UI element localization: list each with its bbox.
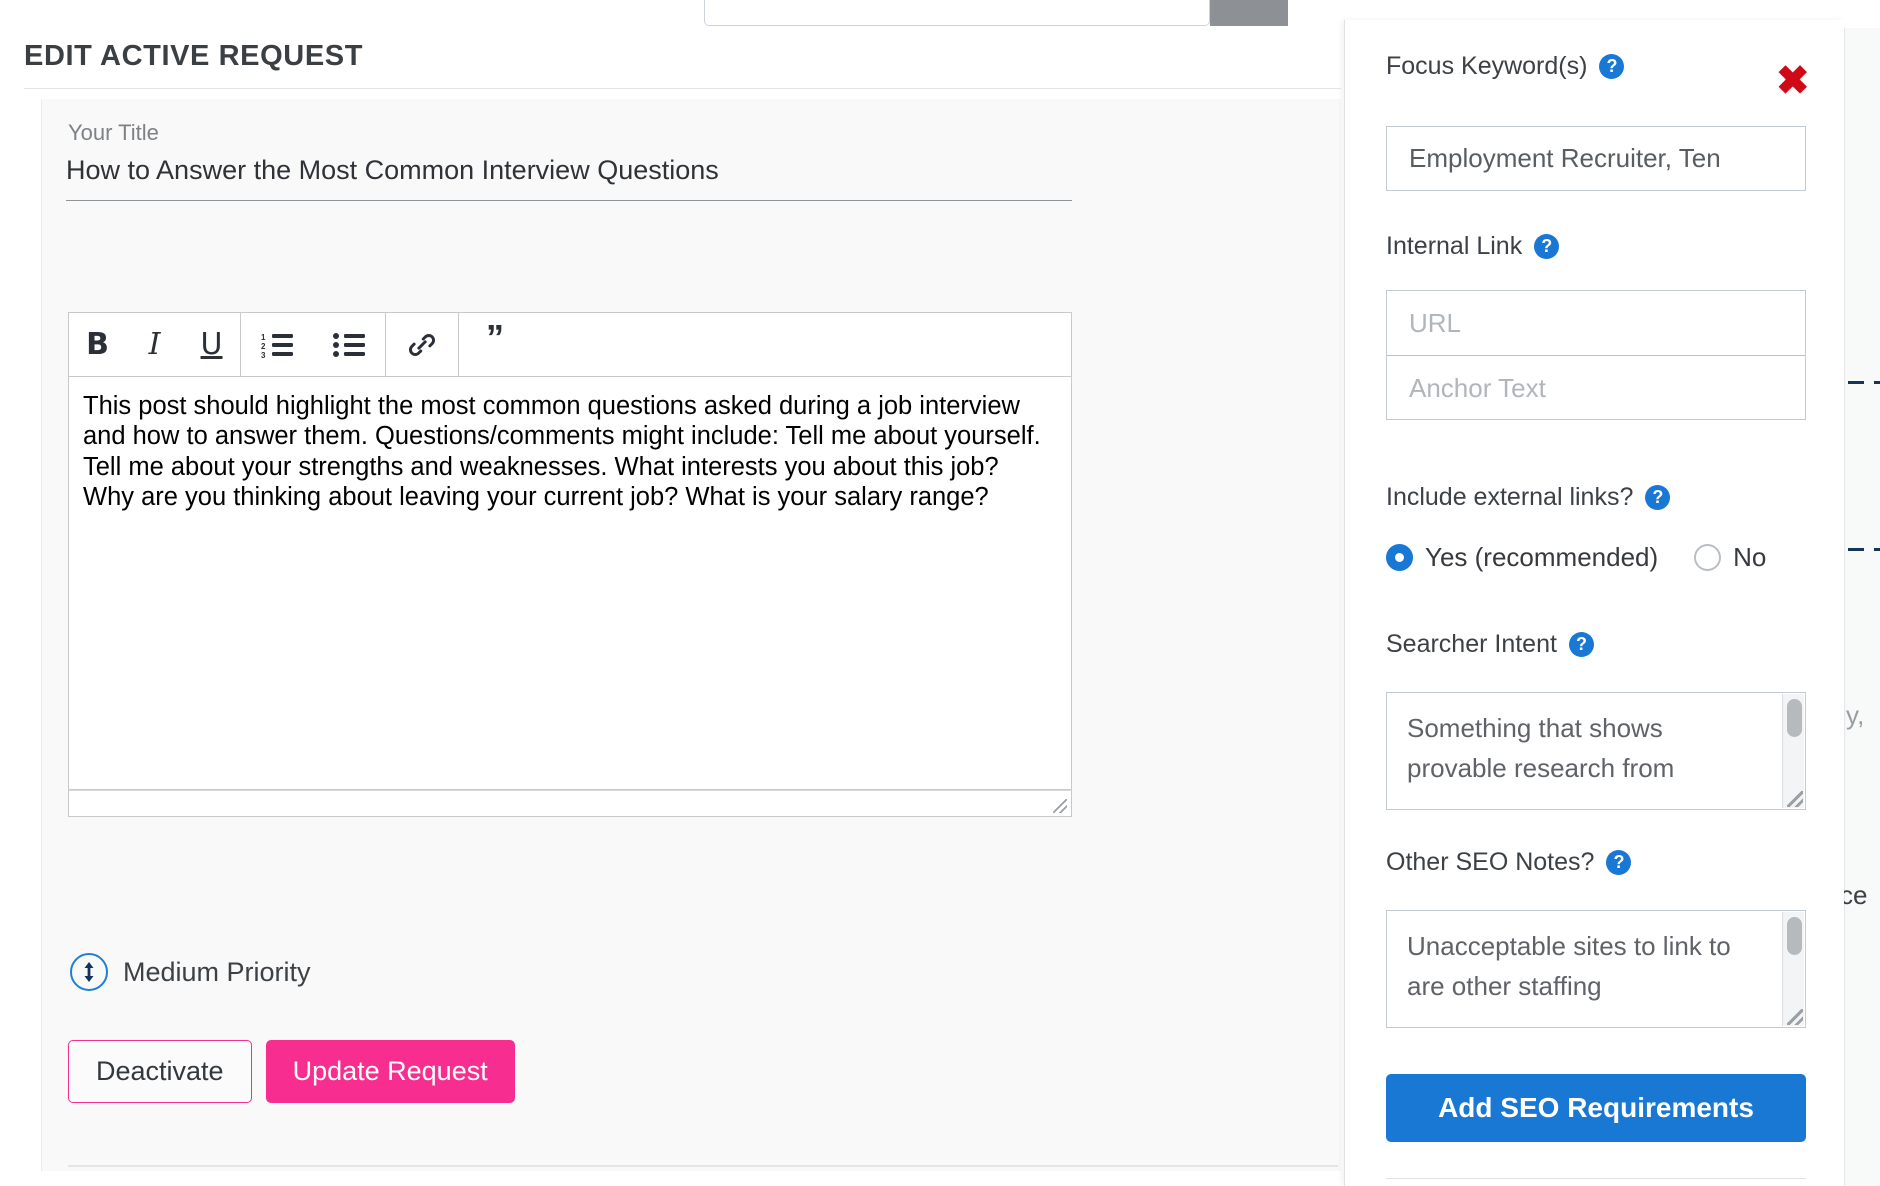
focus-keyword-input[interactable] bbox=[1386, 126, 1806, 191]
priority-indicator: Medium Priority bbox=[70, 953, 311, 991]
add-seo-requirements-button[interactable]: Add SEO Requirements bbox=[1386, 1074, 1806, 1142]
radio-yes-label[interactable]: Yes (recommended) bbox=[1425, 542, 1658, 573]
editor-toolbar-group-link bbox=[386, 313, 459, 376]
editor-resize-footer bbox=[68, 790, 1072, 817]
internal-link-anchor-input[interactable] bbox=[1387, 356, 1805, 421]
help-icon-external-links[interactable]: ? bbox=[1645, 485, 1671, 510]
editor-toolbar-group-lists: 1 2 3 bbox=[241, 313, 386, 376]
internal-link-label: Internal Link ? bbox=[1386, 232, 1560, 261]
editor-body-text: This post should highlight the most comm… bbox=[83, 392, 1041, 512]
page-title: EDIT ACTIVE REQUEST bbox=[24, 40, 364, 72]
svg-text:1: 1 bbox=[261, 333, 266, 342]
searcher-intent-value: Something that shows provable research f… bbox=[1407, 713, 1675, 784]
underline-icon[interactable]: U bbox=[183, 313, 240, 376]
help-icon-searcher-intent[interactable]: ? bbox=[1568, 632, 1594, 657]
radio-no-label[interactable]: No bbox=[1733, 542, 1766, 573]
title-field-value[interactable]: How to Answer the Most Common Interview … bbox=[66, 155, 1072, 198]
update-request-button[interactable]: Update Request bbox=[265, 1040, 515, 1103]
card-bottom-divider bbox=[68, 1165, 1338, 1167]
seo-panel-bottom-divider bbox=[1386, 1178, 1806, 1179]
searcher-intent-scroll-thumb[interactable] bbox=[1787, 699, 1802, 737]
radio-no[interactable] bbox=[1694, 544, 1722, 571]
searcher-intent-textarea[interactable]: Something that shows provable research f… bbox=[1386, 692, 1806, 810]
global-search-input[interactable] bbox=[704, 0, 1210, 26]
page-title-divider bbox=[24, 88, 1341, 89]
bullet-list-icon[interactable] bbox=[313, 313, 385, 376]
close-icon[interactable]: ✖ bbox=[1776, 61, 1812, 101]
external-links-radio-group: Yes (recommended) No bbox=[1386, 542, 1802, 573]
priority-label: Medium Priority bbox=[123, 956, 311, 987]
internal-link-url-input[interactable] bbox=[1387, 291, 1805, 356]
link-icon[interactable] bbox=[386, 313, 458, 376]
radio-yes-recommended[interactable] bbox=[1386, 544, 1413, 571]
other-seo-notes-value: Unacceptable sites to link to are other … bbox=[1407, 931, 1731, 1002]
other-seo-notes-resize-handle-icon[interactable] bbox=[1787, 1009, 1803, 1025]
editor-content-area[interactable]: This post should highlight the most comm… bbox=[68, 377, 1072, 790]
internal-link-label-text: Internal Link bbox=[1386, 232, 1523, 260]
other-seo-notes-label-text: Other SEO Notes? bbox=[1386, 848, 1595, 876]
app-root: y, ce EDIT ACTIVE REQUEST Your Title How… bbox=[0, 0, 1880, 1186]
external-links-label-text: Include external links? bbox=[1386, 483, 1634, 511]
editor-toolbar-group-format: B I U bbox=[69, 313, 241, 376]
blockquote-icon[interactable]: ” bbox=[459, 313, 531, 376]
help-icon-focus-keyword[interactable]: ? bbox=[1599, 54, 1625, 79]
other-seo-notes-label: Other SEO Notes? ? bbox=[1386, 848, 1632, 877]
background-dashed-divider-2 bbox=[1848, 548, 1880, 551]
other-seo-notes-scroll-thumb[interactable] bbox=[1787, 917, 1802, 955]
external-links-label: Include external links? ? bbox=[1386, 483, 1671, 512]
title-field-label: Your Title bbox=[68, 120, 159, 145]
help-icon-internal-link[interactable]: ? bbox=[1534, 234, 1560, 259]
background-text-fragment-1: y, bbox=[1846, 700, 1865, 730]
italic-icon[interactable]: I bbox=[126, 313, 183, 376]
deactivate-button[interactable]: Deactivate bbox=[68, 1040, 252, 1103]
ordered-list-icon[interactable]: 1 2 3 bbox=[241, 313, 313, 376]
resize-handle-icon[interactable] bbox=[1053, 799, 1067, 813]
help-icon-other-seo-notes[interactable]: ? bbox=[1606, 850, 1632, 875]
editor-toolbar-group-quote: ” bbox=[459, 313, 531, 376]
searcher-intent-resize-handle-icon[interactable] bbox=[1787, 791, 1803, 807]
background-dashed-divider-1 bbox=[1848, 381, 1880, 384]
other-seo-notes-textarea[interactable]: Unacceptable sites to link to are other … bbox=[1386, 910, 1806, 1028]
editor-toolbar: B I U 1 2 3 ” bbox=[68, 312, 1072, 377]
internal-link-group bbox=[1386, 290, 1806, 421]
bold-icon[interactable]: B bbox=[69, 313, 126, 376]
focus-keyword-label-text: Focus Keyword(s) bbox=[1386, 52, 1588, 80]
svg-text:3: 3 bbox=[261, 351, 266, 358]
searcher-intent-label: Searcher Intent ? bbox=[1386, 630, 1594, 659]
description-editor: B I U 1 2 3 ” This post should highlight… bbox=[68, 312, 1072, 817]
title-field-underline bbox=[66, 200, 1072, 201]
background-text-fragment-2: ce bbox=[1840, 880, 1868, 910]
svg-text:2: 2 bbox=[261, 342, 266, 351]
medium-priority-icon bbox=[70, 953, 108, 991]
card-actions: Deactivate Update Request bbox=[68, 1040, 515, 1103]
focus-keyword-label: Focus Keyword(s) ? bbox=[1386, 52, 1625, 81]
background-right-column bbox=[1844, 0, 1880, 1186]
searcher-intent-label-text: Searcher Intent bbox=[1386, 630, 1557, 658]
global-search-button[interactable] bbox=[1210, 0, 1288, 26]
